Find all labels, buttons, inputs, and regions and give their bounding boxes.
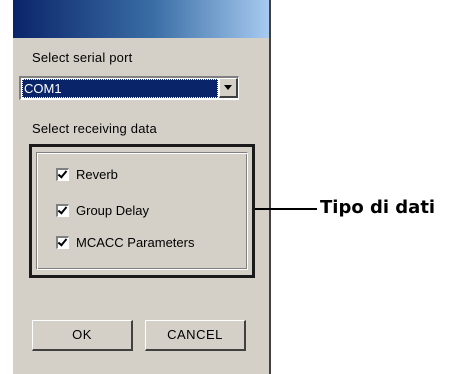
cancel-button[interactable]: CANCEL bbox=[145, 320, 246, 351]
checkmark-icon bbox=[57, 235, 68, 247]
dropdown-button[interactable] bbox=[219, 78, 238, 98]
checkbox-label: Group Delay bbox=[76, 202, 149, 218]
serial-port-label: Select serial port bbox=[32, 50, 133, 65]
checkbox-group-delay[interactable]: Group Delay bbox=[56, 202, 149, 218]
checkmark-icon bbox=[57, 203, 68, 215]
serial-port-selected-value[interactable]: COM1 bbox=[22, 79, 218, 98]
checkbox-label: Reverb bbox=[76, 166, 118, 182]
callout-label: Tipo di dati bbox=[320, 197, 436, 218]
callout-leader-line bbox=[255, 208, 317, 210]
checkbox[interactable] bbox=[56, 235, 69, 249]
checkbox-reverb[interactable]: Reverb bbox=[56, 166, 118, 182]
ok-button[interactable]: OK bbox=[32, 320, 133, 351]
receiving-data-label: Select receiving data bbox=[32, 121, 157, 136]
checkbox[interactable] bbox=[56, 203, 69, 217]
checkmark-icon bbox=[57, 167, 68, 179]
checkbox-mcacc-parameters[interactable]: MCACC Parameters bbox=[56, 234, 194, 250]
serial-port-select[interactable]: COM1 bbox=[19, 76, 239, 100]
checkbox[interactable] bbox=[56, 167, 69, 181]
checkbox-label: MCACC Parameters bbox=[76, 234, 195, 250]
title-bar[interactable] bbox=[13, 0, 269, 38]
chevron-down-icon bbox=[224, 85, 232, 90]
